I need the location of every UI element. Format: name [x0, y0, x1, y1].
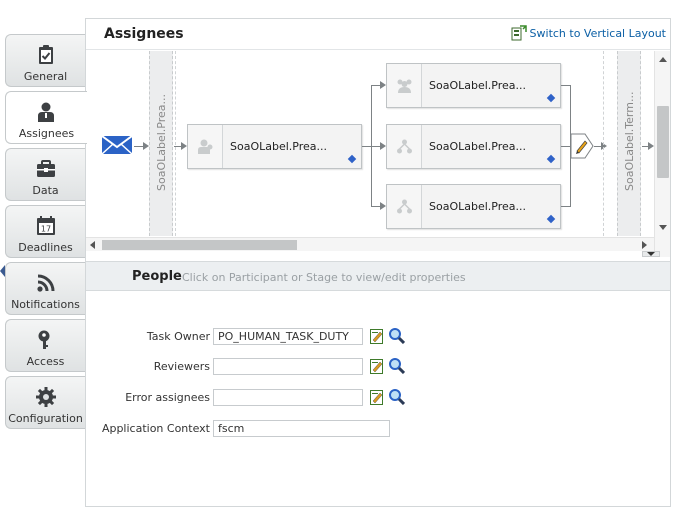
search-icon[interactable] [388, 388, 405, 405]
edit-icon[interactable] [370, 389, 384, 405]
tab-general[interactable]: General [5, 34, 85, 87]
page-title: Assignees [104, 26, 184, 42]
tab-access-label: Access [26, 355, 65, 368]
participant-node-parallel[interactable]: SoaOLabel.Prea... [386, 184, 561, 229]
stage-lane-left-label: SoaOLabel.Prea... [155, 93, 168, 191]
sidebar: General Assignees Data 17 Deadlines Noti… [0, 0, 87, 507]
collapse-arrow-icon[interactable] [0, 265, 5, 277]
node-marker-icon [546, 154, 556, 164]
vertical-scrollbar[interactable] [654, 51, 670, 257]
participant-node-main[interactable]: SoaOLabel.Prea... [187, 124, 362, 169]
participant-node-parallel[interactable]: SoaOLabel.Prea... [386, 124, 561, 169]
clipboard-check-icon [39, 45, 53, 64]
stage-divider [603, 51, 604, 236]
participant-node-label: SoaOLabel.Prea... [230, 140, 328, 153]
people-header: People Click on Participant or Stage to … [86, 261, 670, 291]
tab-notifications[interactable]: Notifications [5, 262, 85, 315]
task-owner-field[interactable]: PO_HUMAN_TASK_DUTY [213, 328, 363, 345]
horizontal-scroll-thumb[interactable] [102, 240, 297, 250]
stage-lane-right-label: SoaOLabel.Term... [623, 91, 636, 191]
person-icon [38, 102, 54, 122]
tab-configuration-label: Configuration [8, 412, 83, 425]
tab-general-label: General [23, 70, 68, 83]
participant-node-icon-area [387, 185, 422, 228]
people-hint: Click on Participant or Stage to view/ed… [182, 271, 466, 284]
edit-icon[interactable] [370, 328, 384, 344]
title-bar: Assignees Switch to Vertical Layout [86, 19, 670, 50]
participant-node-label: SoaOLabel.Prea... [429, 140, 527, 153]
application-context-label: Application Context [101, 422, 210, 435]
search-icon[interactable] [388, 327, 405, 344]
group-icon [397, 79, 412, 93]
participant-node-label: SoaOLabel.Prea... [429, 79, 527, 92]
tab-deadlines[interactable]: 17 Deadlines [5, 205, 85, 258]
horizontal-scrollbar[interactable] [86, 237, 654, 251]
hierarchy-icon [397, 139, 412, 154]
vertical-scroll-thumb[interactable] [657, 106, 669, 178]
tab-data-label: Data [32, 184, 59, 197]
people-title: People [132, 269, 182, 284]
participant-node-icon-area [387, 64, 422, 107]
tab-access[interactable]: Access [5, 319, 85, 372]
gear-icon [36, 387, 56, 407]
switch-layout-link[interactable]: Switch to Vertical Layout [511, 25, 666, 41]
node-marker-icon [546, 214, 556, 224]
single-user-icon [198, 139, 213, 154]
switch-layout-label: Switch to Vertical Layout [529, 27, 666, 40]
task-owner-row: Task Owner PO_HUMAN_TASK_DUTY [86, 328, 670, 346]
layout-switch-icon [511, 25, 527, 41]
participant-node-icon-area [387, 125, 422, 168]
rss-icon [37, 274, 55, 292]
tab-assignees[interactable]: Assignees [5, 91, 87, 144]
reviewers-field[interactable] [213, 358, 363, 375]
key-icon [38, 330, 50, 349]
application-context-field[interactable]: fscm [213, 420, 390, 437]
participant-node-label: SoaOLabel.Prea... [429, 200, 527, 213]
node-marker-icon [546, 93, 556, 103]
scroll-up-icon[interactable] [659, 57, 667, 62]
edit-icon[interactable] [370, 358, 384, 374]
stage-divider [175, 51, 176, 236]
reviewers-row: Reviewers [86, 358, 670, 376]
briefcase-icon [37, 160, 55, 177]
main-panel: Assignees Switch to Vertical Layout SoaO… [85, 18, 671, 507]
scroll-left-icon[interactable] [90, 241, 95, 249]
calendar-day: 17 [41, 225, 51, 234]
task-diagram-canvas[interactable]: SoaOLabel.Prea... SoaOLabel.Prea... SoaO… [86, 51, 670, 257]
search-icon[interactable] [388, 357, 405, 374]
error-assignees-row: Error assignees [86, 389, 670, 407]
node-marker-icon [347, 154, 357, 164]
participant-node-icon-area [188, 125, 223, 168]
tab-configuration[interactable]: Configuration [5, 376, 85, 429]
scroll-right-icon[interactable] [642, 241, 647, 249]
tab-assignees-label: Assignees [18, 127, 75, 140]
tab-notifications-label: Notifications [11, 298, 80, 311]
collapse-down-icon [647, 252, 655, 256]
scroll-down-icon[interactable] [659, 225, 667, 230]
reviewers-label: Reviewers [153, 360, 210, 373]
participant-node-parallel[interactable]: SoaOLabel.Prea... [386, 63, 561, 108]
calendar-icon: 17 [37, 216, 55, 235]
splitter-handle[interactable] [642, 251, 660, 257]
tab-deadlines-label: Deadlines [18, 241, 73, 254]
task-owner-label: Task Owner [146, 330, 210, 343]
arrow-icon [601, 142, 607, 150]
hierarchy-icon [397, 199, 412, 214]
error-assignees-label: Error assignees [125, 391, 210, 404]
join-pencil-icon[interactable] [570, 133, 594, 159]
error-assignees-field[interactable] [213, 389, 363, 406]
application-context-row: Application Context fscm [86, 420, 670, 438]
start-envelope-icon[interactable] [102, 134, 132, 156]
tab-data[interactable]: Data [5, 148, 85, 201]
